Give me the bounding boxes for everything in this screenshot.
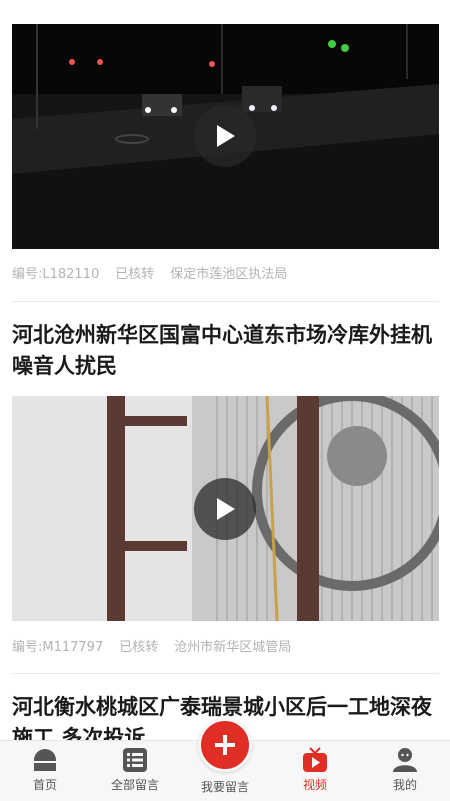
item-id: 编号:L182110 [12, 267, 100, 282]
tab-video[interactable]: 视频 [270, 741, 360, 801]
video-thumbnail[interactable] [12, 24, 439, 249]
item-meta: 编号:L182110 已核转 保定市莲池区执法局 [12, 263, 287, 282]
tab-all-messages[interactable]: 全部留言 [90, 741, 180, 801]
tab-mine[interactable]: 我的 [360, 741, 450, 801]
post-message-label: 我要留言 [200, 780, 249, 794]
item-status: 已核转 [119, 640, 159, 655]
play-icon [217, 498, 235, 520]
feed-list: 编号:L182110 已核转 保定市莲池区执法局 河北沧州新华区国富中心道东市场… [0, 0, 450, 740]
tab-mine-label: 我的 [392, 778, 417, 792]
tab-all-messages-label: 全部留言 [110, 778, 159, 792]
item-meta: 编号:M117797 已核转 沧州市新华区城管局 [12, 636, 291, 655]
tab-home[interactable]: 首页 [0, 741, 90, 801]
video-thumbnail[interactable] [12, 396, 439, 621]
item-id: 编号:M117797 [12, 640, 104, 655]
tab-video-label: 视频 [302, 778, 327, 792]
post-message-action[interactable]: 我要留言 [180, 718, 270, 800]
list-icon [122, 747, 148, 773]
tab-home-label: 首页 [32, 778, 57, 792]
play-button[interactable] [194, 105, 256, 167]
play-button[interactable] [194, 478, 256, 540]
play-icon [217, 125, 235, 147]
post-message-button[interactable] [198, 718, 252, 772]
plus-icon [215, 735, 235, 755]
item-department: 沧州市新华区城管局 [174, 640, 292, 655]
divider [12, 301, 439, 302]
item-department: 保定市莲池区执法局 [170, 267, 288, 282]
item-status: 已核转 [115, 267, 155, 282]
item-title[interactable]: 河北沧州新华区国富中心道东市场冷库外挂机噪音人扰民 [12, 320, 432, 382]
home-icon [31, 747, 59, 773]
tv-icon [301, 747, 329, 773]
user-icon [391, 747, 419, 773]
divider [12, 673, 439, 674]
